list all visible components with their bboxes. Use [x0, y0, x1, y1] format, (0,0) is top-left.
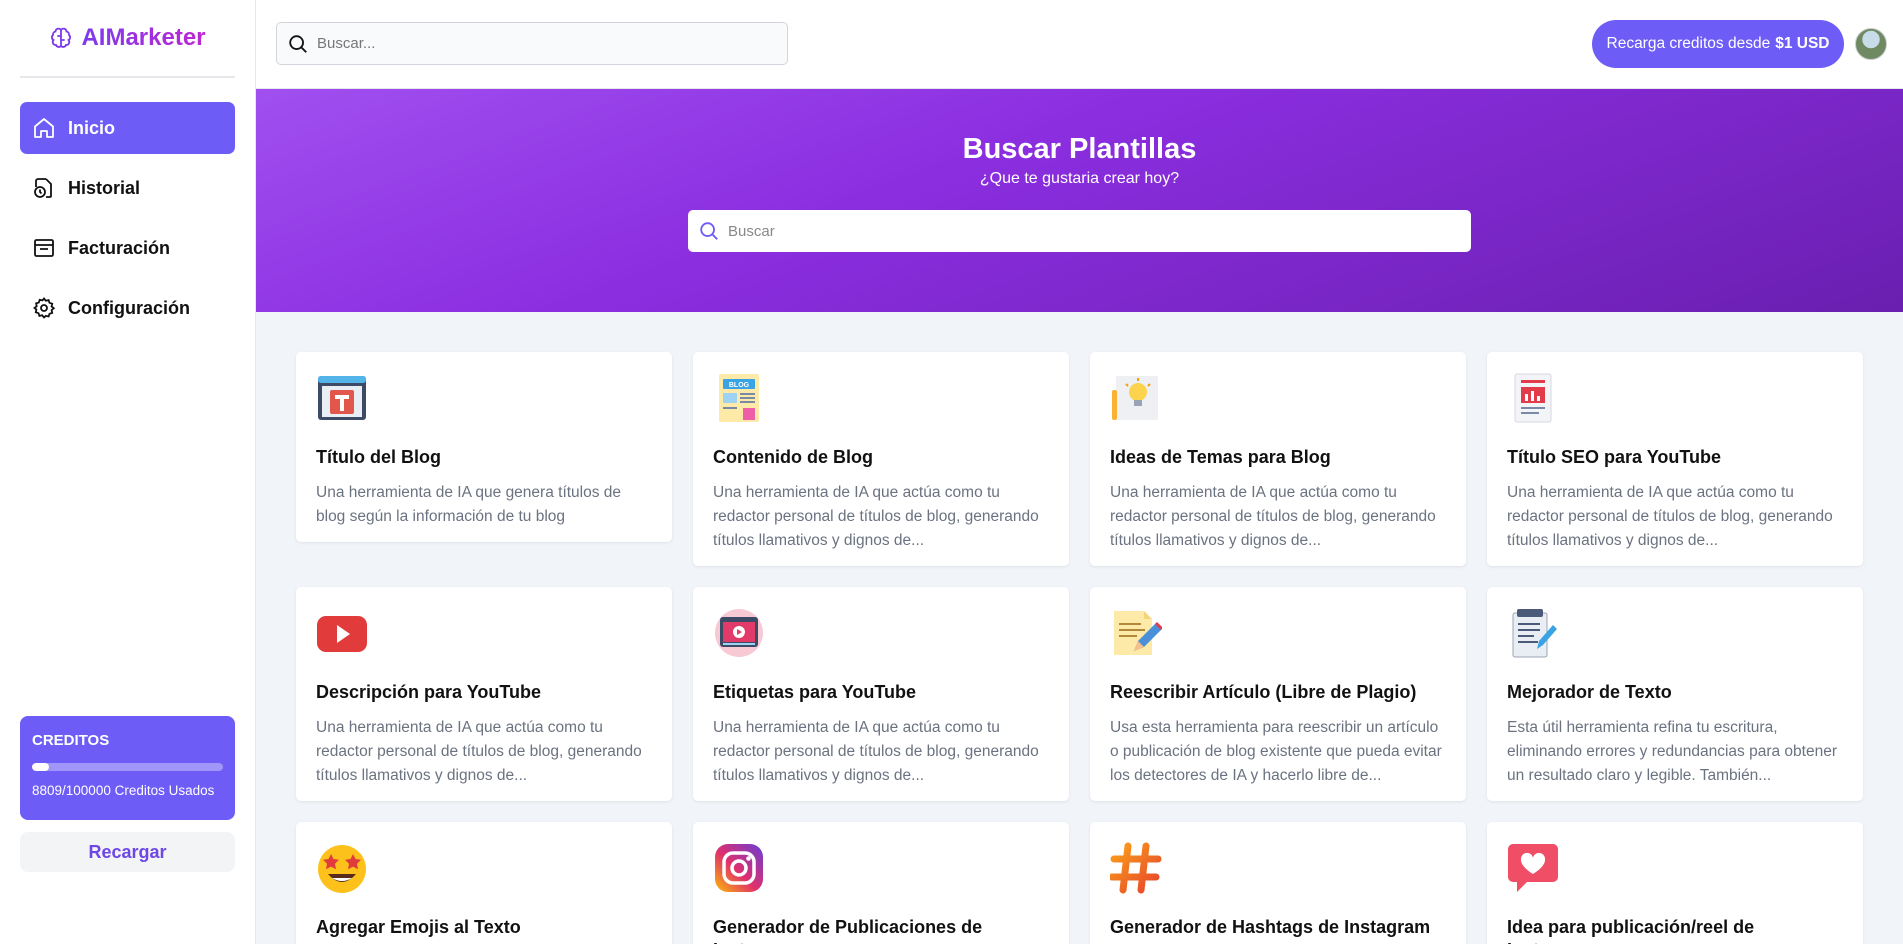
brain-icon: [51, 27, 72, 48]
template-description: Una herramienta de IA que genera títulos…: [316, 484, 622, 526]
template-card[interactable]: Generador de Hashtags de Instagram: [1090, 822, 1466, 944]
credits-used-text: 8809/100000 Creditos Usados: [32, 783, 215, 798]
template-card[interactable]: Título del Blog Una herramienta de IA qu…: [296, 352, 672, 542]
template-title: Agregar Emojis al Texto: [316, 917, 521, 937]
top-search-box[interactable]: [276, 22, 788, 65]
billing-icon: [34, 239, 54, 257]
sidebar: AIMarketer Inicio Historial Facturación …: [0, 0, 256, 944]
app-logo[interactable]: AIMarketer: [20, 0, 235, 78]
template-card[interactable]: Etiquetas para YouTube Una herramienta d…: [693, 587, 1069, 801]
sidebar-item-inicio[interactable]: Inicio: [20, 102, 235, 154]
top-search-input[interactable]: [317, 35, 767, 52]
template-title: Generador de Publicaciones de Instagram: [713, 917, 983, 944]
template-card[interactable]: Descripción para YouTube Una herramienta…: [296, 587, 672, 801]
svg-text:BLOG: BLOG: [729, 382, 750, 389]
hero-banner: Buscar Plantillas ¿Que te gustaria crear…: [256, 89, 1903, 312]
recharge-button[interactable]: Recargar: [20, 832, 235, 872]
hashtag-icon: [1108, 842, 1162, 894]
template-search-input[interactable]: [728, 222, 1424, 240]
template-title: Mejorador de Texto: [1507, 682, 1672, 702]
history-icon: [34, 178, 52, 198]
template-description: Esta útil herramienta refina tu escritur…: [1507, 719, 1838, 785]
search-icon: [700, 222, 718, 240]
sidebar-nav: Inicio Historial Facturación Configuraci…: [0, 78, 255, 334]
credits-progress-fill: [32, 763, 49, 771]
template-title: Título SEO para YouTube: [1507, 447, 1722, 467]
template-card[interactable]: BLOG Contenido de Blog Una herramienta d…: [693, 352, 1069, 566]
template-title: Ideas de Temas para Blog: [1110, 447, 1331, 467]
template-title: Etiquetas para YouTube: [713, 682, 917, 702]
video-player-icon: [715, 609, 763, 657]
template-description: Una herramienta de IA que actúa como tu …: [713, 719, 1039, 785]
sidebar-item-label: Inicio: [68, 117, 116, 138]
topup-label: Recarga creditos desde: [1606, 35, 1771, 52]
template-description: Una herramienta de IA que actúa como tu …: [1507, 484, 1833, 550]
youtube-icon: [317, 616, 367, 652]
credits-progress-bar: [32, 763, 223, 771]
template-search-box[interactable]: [688, 210, 1471, 252]
template-card[interactable]: Idea para publicación/reel de Instagram: [1487, 822, 1863, 944]
template-title: Generador de Hashtags de Instagram: [1110, 917, 1431, 937]
template-card[interactable]: Mejorador de Texto Esta útil herramienta…: [1487, 587, 1863, 801]
sidebar-item-label: Facturación: [68, 237, 171, 258]
sidebar-item-historial[interactable]: Historial: [20, 162, 235, 214]
sidebar-item-label: Historial: [68, 177, 141, 198]
sidebar-item-configuracion[interactable]: Configuración: [20, 282, 235, 334]
seo-report-icon: [1514, 373, 1552, 423]
credits-title: CREDITOS: [32, 732, 110, 749]
lightbulb-idea-icon: [1112, 376, 1158, 420]
template-description: Usa esta herramienta para reescribir un …: [1110, 719, 1442, 785]
topup-amount: $1 USD: [1775, 35, 1830, 52]
template-title: Descripción para YouTube: [316, 682, 542, 702]
avatar[interactable]: [1855, 28, 1887, 60]
topup-credits-button[interactable]: Recarga creditos desde $1 USD: [1592, 20, 1844, 68]
template-card[interactable]: Agregar Emojis al Texto: [296, 822, 672, 944]
sidebar-item-label: Configuración: [68, 297, 190, 318]
template-card[interactable]: Generador de Publicaciones de Instagram: [693, 822, 1069, 944]
search-icon: [289, 34, 307, 53]
notepad-pencil-icon: [1512, 609, 1557, 658]
template-title: Idea para publicación/reel de Instagram: [1507, 917, 1755, 944]
template-title: Reescribir Artículo (Libre de Plagio): [1110, 682, 1417, 702]
template-description: Una herramienta de IA que actúa como tu …: [316, 719, 642, 785]
template-description: Una herramienta de IA que actúa como tu …: [713, 484, 1039, 550]
heart-message-icon: [1508, 844, 1558, 892]
template-title: Contenido de Blog: [713, 447, 873, 467]
template-card[interactable]: Ideas de Temas para Blog Una herramienta…: [1090, 352, 1466, 566]
template-card[interactable]: Título SEO para YouTube Una herramienta …: [1487, 352, 1863, 566]
sidebar-item-facturacion[interactable]: Facturación: [20, 222, 235, 274]
blog-content-icon: BLOG: [719, 374, 759, 422]
page-title: Buscar Plantillas: [962, 133, 1197, 165]
instagram-icon: [715, 844, 763, 892]
star-struck-emoji-icon: [318, 845, 366, 893]
blog-title-icon: [318, 376, 366, 420]
credits-panel: CREDITOS 8809/100000 Creditos Usados: [20, 716, 235, 820]
page-subtitle: ¿Que te gustaria crear hoy?: [979, 170, 1180, 187]
template-description: Una herramienta de IA que actúa como tu …: [1110, 484, 1436, 550]
document-pencil-icon: [1114, 611, 1164, 655]
template-card[interactable]: Reescribir Artículo (Libre de Plagio) Us…: [1090, 587, 1466, 801]
home-icon: [34, 118, 54, 138]
topbar: Recarga creditos desde $1 USD: [256, 0, 1903, 89]
template-title: Título del Blog: [316, 447, 441, 467]
gear-icon: [33, 297, 56, 319]
app-name: AIMarketer: [81, 24, 206, 51]
